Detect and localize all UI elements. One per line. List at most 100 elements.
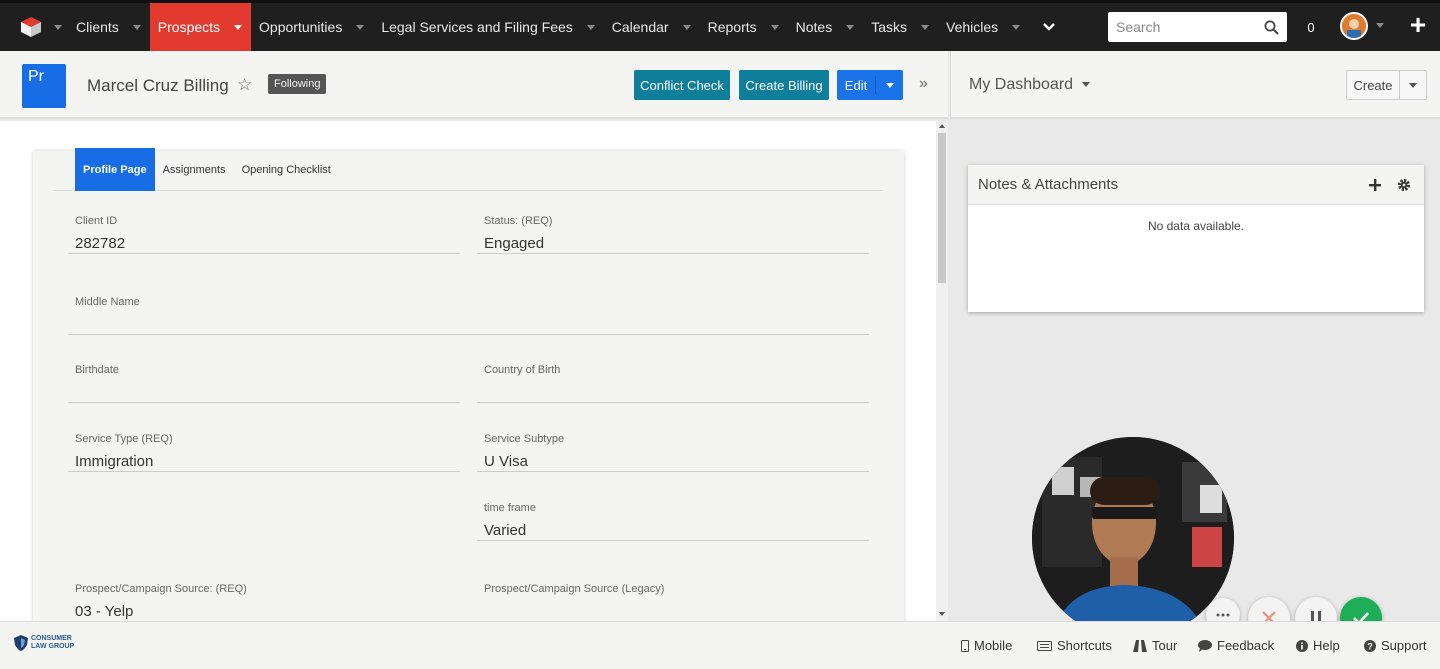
field-label: Prospect/Campaign Source: (REQ) xyxy=(75,583,247,595)
chevron-down-icon[interactable] xyxy=(921,24,929,30)
nav-label: Legal Services and Filing Fees xyxy=(381,19,573,35)
logo-text: LAW GROUP xyxy=(31,643,75,650)
field-service-type[interactable]: Service Type (REQ) Immigration xyxy=(68,433,460,472)
field-value: Varied xyxy=(484,522,527,539)
chevron-down-icon[interactable] xyxy=(1012,24,1021,30)
field-campaign-source[interactable]: Prospect/Campaign Source: (REQ) 03 - Yel… xyxy=(68,583,460,621)
more-modules-chevron-icon[interactable] xyxy=(1029,3,1069,51)
field-value xyxy=(484,603,869,621)
record-header: Pr Marcel Cruz Billing ☆ Following Confl… xyxy=(0,51,948,119)
field-label: Country of Birth xyxy=(484,364,561,376)
footer-link-label: Support xyxy=(1381,638,1427,653)
webcam-video-bubble[interactable] xyxy=(1032,437,1234,639)
footer-link-label: Help xyxy=(1313,638,1340,653)
tab-assignments[interactable]: Assignments xyxy=(155,148,234,191)
scroll-up-arrow-icon[interactable] xyxy=(939,124,945,128)
module-badge: Pr xyxy=(22,64,66,108)
chevron-down-icon[interactable] xyxy=(770,24,779,30)
nav-tasks[interactable]: Tasks xyxy=(863,3,938,51)
record-view: Profile Page Assignments Opening Checkli… xyxy=(0,121,948,621)
nav-notes[interactable]: Notes xyxy=(788,3,864,51)
field-time-frame[interactable]: time frame Varied xyxy=(477,502,869,541)
footer-mobile-link[interactable]: Mobile xyxy=(961,638,1012,653)
chevron-down-icon[interactable] xyxy=(846,24,855,30)
field-country-of-birth[interactable]: Country of Birth xyxy=(477,364,869,403)
favorite-star-icon[interactable]: ☆ xyxy=(237,75,252,95)
chevron-down-icon xyxy=(1409,82,1417,88)
field-value: 282782 xyxy=(75,235,126,252)
field-campaign-source-legacy[interactable]: Prospect/Campaign Source (Legacy) xyxy=(477,583,869,621)
nav-vehicles[interactable]: Vehicles xyxy=(938,3,1029,51)
chevron-down-icon[interactable] xyxy=(682,24,691,30)
footer-link-label: Shortcuts xyxy=(1057,638,1112,653)
toggle-sidebar-double-chevron-icon[interactable]: » xyxy=(919,75,928,93)
field-label: Client ID xyxy=(75,215,118,227)
scroll-down-arrow-icon[interactable] xyxy=(939,612,945,616)
add-plus-icon[interactable] xyxy=(1365,175,1385,195)
field-value xyxy=(75,384,460,402)
nav-calendar[interactable]: Calendar xyxy=(604,3,700,51)
question-circle-icon: ? xyxy=(1364,639,1376,652)
footer-help-link[interactable]: Help xyxy=(1296,638,1340,653)
notification-count[interactable]: 0 xyxy=(1300,14,1322,40)
app-logo-menu[interactable] xyxy=(0,3,68,51)
nav-label: Tasks xyxy=(871,19,907,35)
shield-logo-icon xyxy=(14,635,28,651)
nav-reports[interactable]: Reports xyxy=(700,3,788,51)
nav-clients[interactable]: Clients xyxy=(68,3,150,51)
tab-profile-page[interactable]: Profile Page xyxy=(75,148,155,191)
svg-text:?: ? xyxy=(1367,641,1373,651)
chevron-down-icon[interactable] xyxy=(1376,23,1384,28)
record-scrollbar[interactable] xyxy=(936,121,948,621)
quick-create-plus-icon[interactable]: + xyxy=(1404,11,1432,40)
footer-tour-link[interactable]: Tour xyxy=(1133,638,1177,653)
create-button[interactable]: Create xyxy=(1347,78,1399,93)
keyboard-icon xyxy=(1037,640,1052,651)
nav-legal-services[interactable]: Legal Services and Filing Fees xyxy=(373,3,603,51)
footer-logo: CONSUMER LAW GROUP xyxy=(14,635,74,651)
field-label: Prospect/Campaign Source (Legacy) xyxy=(484,583,665,595)
tab-opening-checklist[interactable]: Opening Checklist xyxy=(234,148,339,191)
user-avatar[interactable] xyxy=(1340,12,1368,40)
chevron-down-icon[interactable] xyxy=(356,24,365,30)
empty-state-text: No data available. xyxy=(1147,219,1245,233)
field-client-id[interactable]: Client ID 282782 xyxy=(68,215,460,254)
edit-button[interactable]: Edit xyxy=(837,78,875,93)
edit-actions-dropdown[interactable] xyxy=(876,82,903,88)
field-label: Status: (REQ) xyxy=(484,215,553,227)
dashboard-title[interactable]: My Dashboard xyxy=(969,76,1073,94)
nav-label: Notes xyxy=(795,19,833,35)
gear-icon[interactable] xyxy=(1394,175,1414,195)
nav-label: Clients xyxy=(76,19,119,35)
footer-support-link[interactable]: ? Support xyxy=(1364,638,1427,653)
nav-label: Prospects xyxy=(157,19,221,35)
chevron-down-icon[interactable] xyxy=(586,24,595,30)
field-middle-name[interactable]: Middle Name xyxy=(68,296,869,335)
create-billing-button[interactable]: Create Billing xyxy=(739,70,829,100)
search-icon[interactable] xyxy=(1264,20,1279,35)
nav-prospects[interactable]: Prospects xyxy=(149,3,252,51)
footer-feedback-link[interactable]: Feedback xyxy=(1198,638,1274,653)
global-search[interactable] xyxy=(1108,12,1287,42)
search-input[interactable] xyxy=(1116,19,1256,35)
field-birthdate[interactable]: Birthdate xyxy=(68,364,460,403)
following-badge[interactable]: Following xyxy=(268,74,327,94)
scrollbar-thumb[interactable] xyxy=(938,133,946,283)
chat-bubble-icon xyxy=(1198,639,1212,652)
field-value: U Visa xyxy=(484,453,528,470)
chevron-down-icon xyxy=(54,24,62,30)
logo-text: CONSUMER xyxy=(31,635,72,642)
tour-road-icon xyxy=(1133,639,1147,652)
conflict-check-button[interactable]: Conflict Check xyxy=(634,70,730,100)
field-service-subtype[interactable]: Service Subtype U Visa xyxy=(477,433,869,472)
chevron-down-icon[interactable] xyxy=(1082,82,1090,87)
cube-logo-icon xyxy=(21,17,41,37)
create-dropdown[interactable] xyxy=(1400,82,1426,88)
field-label: Birthdate xyxy=(75,364,120,376)
nav-opportunities[interactable]: Opportunities xyxy=(251,3,373,51)
record-tabs: Profile Page Assignments Opening Checkli… xyxy=(53,148,883,191)
field-status[interactable]: Status: (REQ) Engaged xyxy=(477,215,869,254)
chevron-down-icon[interactable] xyxy=(132,24,141,30)
footer-shortcuts-link[interactable]: Shortcuts xyxy=(1037,638,1112,653)
chevron-down-icon[interactable] xyxy=(234,24,243,30)
